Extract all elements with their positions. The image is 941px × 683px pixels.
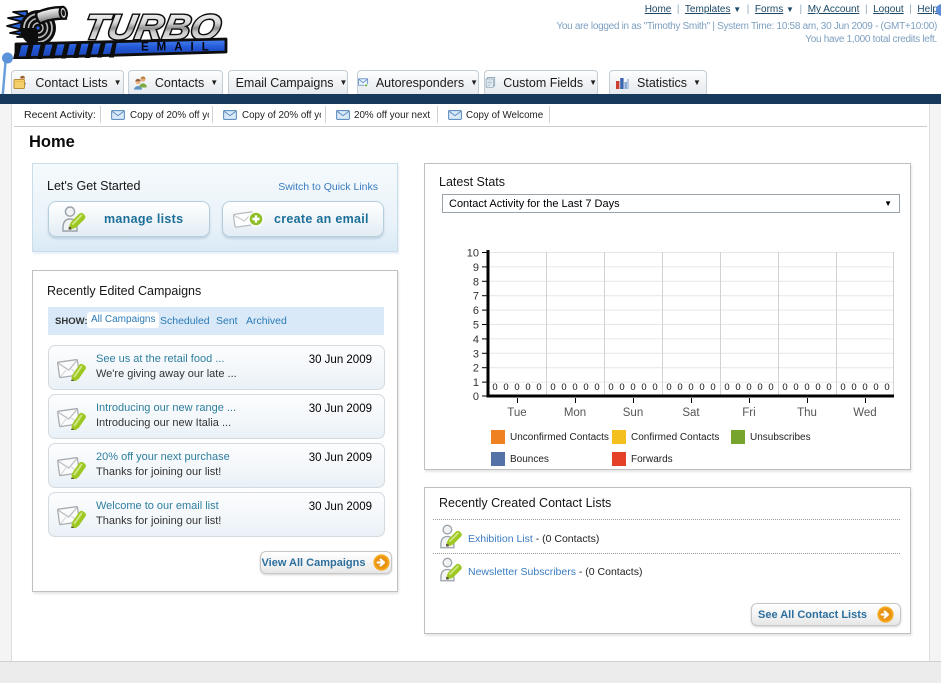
svg-text:0: 0: [688, 382, 693, 393]
svg-text:0: 0: [550, 382, 555, 393]
svg-text:0: 0: [492, 382, 497, 393]
svg-text:0: 0: [699, 382, 704, 393]
svg-text:0: 0: [826, 382, 831, 393]
svg-text:0: 0: [608, 382, 613, 393]
svg-text:2: 2: [473, 363, 479, 375]
svg-text:0: 0: [503, 382, 508, 393]
svg-text:0: 0: [782, 382, 787, 393]
svg-text:6: 6: [473, 305, 479, 317]
svg-text:4: 4: [473, 334, 479, 346]
svg-text:0: 0: [768, 382, 773, 393]
svg-text:Wed: Wed: [853, 407, 876, 416]
svg-text:0: 0: [804, 382, 809, 393]
svg-text:Mon: Mon: [564, 407, 586, 416]
svg-text:0: 0: [652, 382, 657, 393]
svg-text:0: 0: [862, 382, 867, 393]
svg-text:0: 0: [583, 382, 588, 393]
svg-text:0: 0: [525, 382, 530, 393]
svg-text:Tue: Tue: [507, 407, 526, 416]
svg-text:Sat: Sat: [682, 407, 700, 416]
svg-text:9: 9: [473, 262, 479, 274]
svg-text:0: 0: [793, 382, 798, 393]
svg-text:8: 8: [473, 276, 479, 288]
svg-text:7: 7: [473, 291, 479, 303]
svg-text:0: 0: [724, 382, 729, 393]
svg-text:0: 0: [561, 382, 566, 393]
svg-text:0: 0: [884, 382, 889, 393]
svg-text:0: 0: [594, 382, 599, 393]
svg-text:3: 3: [473, 348, 479, 360]
svg-text:0: 0: [473, 391, 479, 403]
svg-text:0: 0: [710, 382, 715, 393]
svg-text:0: 0: [873, 382, 878, 393]
svg-text:0: 0: [572, 382, 577, 393]
svg-text:10: 10: [467, 248, 479, 260]
svg-text:0: 0: [619, 382, 624, 393]
svg-text:Fri: Fri: [742, 407, 755, 416]
svg-text:5: 5: [473, 320, 479, 332]
svg-text:1: 1: [473, 377, 479, 389]
svg-text:Thu: Thu: [797, 407, 817, 416]
svg-text:0: 0: [514, 382, 519, 393]
svg-text:0: 0: [851, 382, 856, 393]
svg-text:0: 0: [746, 382, 751, 393]
svg-text:0: 0: [630, 382, 635, 393]
svg-text:0: 0: [757, 382, 762, 393]
svg-text:0: 0: [677, 382, 682, 393]
svg-text:0: 0: [840, 382, 845, 393]
svg-text:0: 0: [641, 382, 646, 393]
svg-text:0: 0: [536, 382, 541, 393]
svg-text:Sun: Sun: [623, 407, 643, 416]
svg-text:0: 0: [815, 382, 820, 393]
svg-text:0: 0: [735, 382, 740, 393]
svg-text:0: 0: [666, 382, 671, 393]
svg-text:EMAIL: EMAIL: [141, 42, 217, 54]
